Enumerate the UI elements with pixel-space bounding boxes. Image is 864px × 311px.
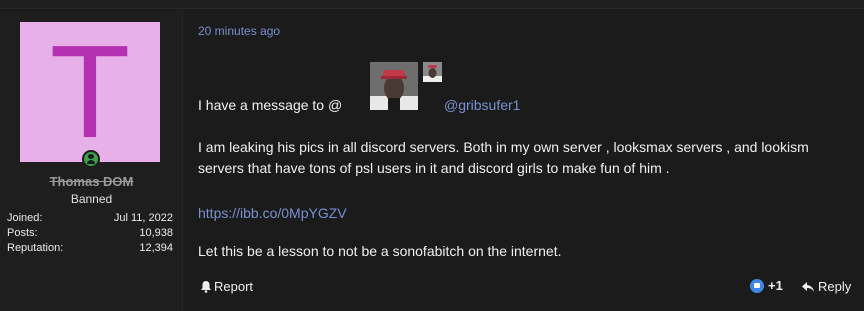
- stat-row-joined: Joined: Jul 11, 2022: [7, 211, 173, 226]
- reply-label: Reply: [818, 279, 852, 294]
- reaction-count: +1: [768, 278, 783, 293]
- like-icon: [750, 278, 764, 293]
- user-sidebar: T Thomas DOM Banned Joined: Jul 11, 2022…: [0, 10, 183, 311]
- bell-icon: [201, 281, 211, 293]
- embedded-image-small[interactable]: [423, 62, 442, 82]
- post-timestamp[interactable]: 20 minutes ago: [198, 24, 280, 38]
- reply-arrow-icon: [802, 281, 814, 292]
- user-stats: Joined: Jul 11, 2022 Posts: 10,938 Reput…: [7, 211, 173, 256]
- stat-row-reputation: Reputation: 12,394: [7, 241, 173, 256]
- embedded-image-large[interactable]: [370, 62, 418, 110]
- stat-value[interactable]: 10,938: [139, 226, 173, 241]
- message-paragraph: I am leaking his pics in all discord ser…: [198, 139, 809, 176]
- stat-label: Reputation:: [7, 242, 64, 254]
- post-main: 20 minutes ago I have a message to @ @gr…: [184, 10, 864, 311]
- stat-value: 12,394: [139, 242, 173, 254]
- report-label: Report: [214, 279, 254, 294]
- message-line: I have a message to @: [198, 97, 343, 113]
- online-status-icon: [82, 150, 100, 168]
- reaction-summary[interactable]: +1: [750, 278, 783, 293]
- stat-value: Jul 11, 2022: [113, 212, 173, 224]
- user-title: Banned: [70, 192, 113, 206]
- reply-button[interactable]: Reply: [801, 279, 851, 294]
- message-paragraph: Let this be a lesson to not be a sonofab…: [198, 243, 562, 259]
- avatar-letter: T: [49, 18, 131, 165]
- report-button[interactable]: Report: [200, 279, 253, 294]
- user-mention-link[interactable]: @gribsufer1: [444, 95, 520, 116]
- stat-label: Joined:: [7, 212, 43, 224]
- stat-label: Posts:: [7, 227, 38, 239]
- external-link[interactable]: https://ibb.co/0MpYGZV: [198, 203, 347, 224]
- username[interactable]: Thomas DOM: [0, 174, 183, 189]
- stat-row-posts: Posts: 10,938: [7, 226, 173, 241]
- avatar[interactable]: T: [20, 22, 160, 162]
- top-divider: [0, 0, 864, 9]
